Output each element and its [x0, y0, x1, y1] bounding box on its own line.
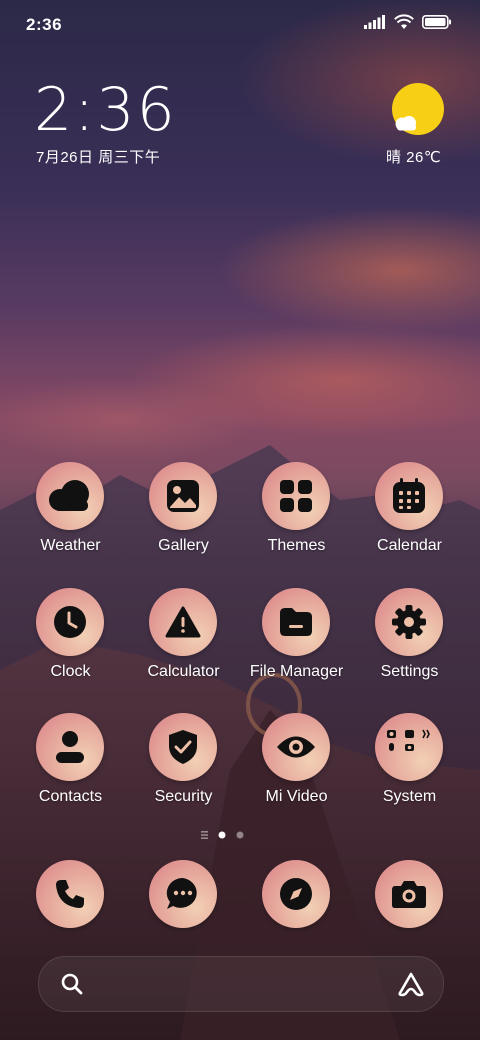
app-calculator[interactable]: Calculator — [127, 588, 240, 698]
calculator-icon — [149, 588, 217, 656]
app-mi-video[interactable]: Mi Video — [240, 713, 353, 823]
contacts-icon — [36, 713, 104, 781]
status-time: 2:36 — [26, 15, 63, 34]
app-label: System — [382, 788, 437, 805]
app-calendar[interactable]: Calendar — [353, 462, 466, 572]
folder-icon — [262, 588, 330, 656]
app-label: Calendar — [377, 537, 442, 554]
assistant-icon[interactable] — [397, 971, 425, 997]
page-indicator[interactable] — [199, 829, 259, 841]
app-label: Gallery — [158, 537, 209, 554]
gear-icon — [375, 588, 443, 656]
app-label: File Manager — [249, 663, 344, 680]
page-list-icon — [201, 831, 208, 839]
compass-icon — [280, 878, 312, 910]
dock-camera[interactable] — [375, 860, 443, 928]
signal-icon — [364, 15, 386, 34]
clock-icon — [36, 588, 104, 656]
eye-icon — [262, 713, 330, 781]
weather-icon — [36, 462, 104, 530]
weather-text: 晴 26℃ — [386, 149, 442, 166]
app-file-manager[interactable]: File Manager — [240, 588, 353, 698]
dock-browser[interactable] — [262, 860, 330, 928]
app-gallery[interactable]: Gallery — [127, 462, 240, 572]
status-bar: 2:36 — [0, 0, 480, 50]
battery-icon — [422, 15, 452, 34]
page-dot — [236, 831, 244, 839]
clock-widget-date: 7月26日 周三下午 — [36, 149, 161, 166]
themes-icon — [262, 462, 330, 530]
calendar-icon — [375, 462, 443, 530]
dock-phone[interactable] — [36, 860, 104, 928]
app-settings[interactable]: Settings — [353, 588, 466, 698]
search-bar[interactable] — [38, 956, 444, 1012]
app-label: Contacts — [38, 788, 103, 805]
camera-icon — [392, 881, 426, 908]
app-label: Settings — [380, 663, 439, 680]
app-weather[interactable]: Weather — [14, 462, 127, 572]
app-label: Security — [154, 788, 213, 805]
app-label: Calculator — [147, 663, 220, 680]
gallery-icon — [149, 462, 217, 530]
cloud-icon — [395, 116, 416, 131]
app-label: Themes — [267, 537, 326, 554]
page-dot-active — [218, 831, 226, 839]
app-themes[interactable]: Themes — [240, 462, 353, 572]
wifi-icon — [394, 14, 414, 35]
clock-widget-time[interactable]: 2:36 — [34, 80, 177, 140]
folder-grid-icon — [375, 713, 443, 781]
app-clock[interactable]: Clock — [14, 588, 127, 698]
app-contacts[interactable]: Contacts — [14, 713, 127, 823]
search-icon[interactable] — [61, 973, 83, 995]
app-label: Mi Video — [265, 788, 328, 805]
message-icon — [166, 877, 197, 909]
app-label: Weather — [40, 537, 101, 554]
app-security[interactable]: Security — [127, 713, 240, 823]
shield-icon — [149, 713, 217, 781]
dock-messages[interactable] — [149, 860, 217, 928]
app-label: Clock — [50, 663, 91, 680]
phone-icon — [56, 880, 84, 908]
app-system-folder[interactable]: System — [353, 713, 466, 823]
